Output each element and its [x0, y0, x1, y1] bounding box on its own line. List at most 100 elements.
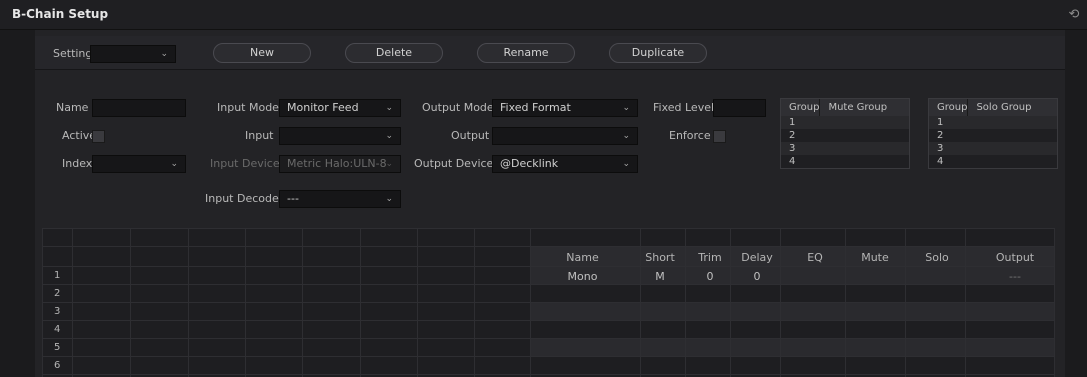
reset-icon[interactable]: ⟲: [1066, 7, 1082, 23]
input-decoder-dropdown[interactable]: --- ⌄: [279, 190, 401, 208]
column-header-trim[interactable]: Trim: [690, 251, 730, 264]
grid-line: [417, 228, 418, 377]
rename-button[interactable]: Rename: [477, 43, 575, 63]
column-header-eq[interactable]: EQ: [795, 251, 835, 264]
mute-group-cell[interactable]: [819, 129, 909, 142]
mute-group-cell[interactable]: [819, 155, 909, 168]
grid-line: [965, 228, 966, 377]
grid-line: [245, 228, 246, 377]
grid-line: [530, 228, 531, 377]
output-label: Output: [451, 129, 490, 142]
fixed-level-label: Fixed Level: [653, 101, 715, 114]
grid-line: [42, 246, 1054, 247]
grid-line: [42, 338, 1054, 339]
input-label: Input: [245, 129, 274, 142]
column-header-solo[interactable]: Solo: [912, 251, 962, 264]
input-dropdown[interactable]: ⌄: [279, 127, 401, 145]
name-input[interactable]: [92, 99, 186, 117]
setting-label: Setting: [53, 47, 93, 60]
channel-short-cell[interactable]: M: [640, 270, 680, 283]
solo-group-row[interactable]: 2: [929, 129, 968, 142]
table-row[interactable]: [530, 338, 1054, 356]
channel-name-cell[interactable]: Mono: [555, 270, 610, 283]
enforce-label: Enforce: [669, 129, 711, 142]
channel-output-cell[interactable]: ---: [985, 270, 1045, 283]
mute-group-row[interactable]: 3: [781, 142, 820, 155]
delete-button[interactable]: Delete: [345, 43, 443, 63]
channel-trim-cell[interactable]: 0: [690, 270, 730, 283]
chevron-down-icon: ⌄: [622, 131, 630, 141]
input-decoder-value: ---: [287, 192, 299, 205]
mute-group-row[interactable]: 2: [781, 129, 820, 142]
input-device-dropdown[interactable]: Metric Halo:ULN-8 ⌄: [279, 155, 401, 173]
new-button[interactable]: New: [213, 43, 311, 63]
output-device-value: @Decklink: [500, 157, 559, 170]
fixed-level-input[interactable]: [713, 99, 766, 117]
chevron-down-icon: ⌄: [385, 159, 393, 169]
solo-group-header-group: Group: [929, 99, 969, 116]
grid-line: [302, 228, 303, 377]
index-dropdown[interactable]: ⌄: [92, 155, 186, 173]
setting-dropdown[interactable]: ⌄: [90, 45, 176, 63]
grid-line: [42, 266, 1054, 267]
enforce-checkbox[interactable]: [713, 130, 726, 143]
output-dropdown[interactable]: ⌄: [492, 127, 638, 145]
column-header-mute[interactable]: Mute: [850, 251, 900, 264]
grid-line: [42, 356, 1054, 357]
grid-line: [1054, 228, 1055, 377]
solo-group-row[interactable]: 3: [929, 142, 968, 155]
grid-line: [72, 228, 73, 377]
grid-line: [905, 228, 906, 377]
index-label: Index: [62, 157, 93, 170]
output-mode-dropdown[interactable]: Fixed Format ⌄: [492, 99, 638, 117]
grid-line: [685, 228, 686, 377]
input-device-value: Metric Halo:ULN-8: [287, 157, 387, 170]
grid-line: [640, 228, 641, 377]
mute-group-row[interactable]: 4: [781, 155, 820, 168]
output-device-dropdown[interactable]: @Decklink ⌄: [492, 155, 638, 173]
solo-group-cell[interactable]: [967, 116, 1057, 129]
chevron-down-icon: ⌄: [622, 159, 630, 169]
row-number: 6: [54, 360, 61, 371]
grid-line: [130, 228, 131, 377]
mute-group-header-name: Mute Group: [819, 99, 909, 116]
solo-group-cell[interactable]: [967, 142, 1057, 155]
grid-line: [845, 228, 846, 377]
active-checkbox[interactable]: [92, 130, 105, 143]
grid-line: [42, 320, 1054, 321]
row-number: 3: [54, 306, 61, 317]
solo-group-row[interactable]: 4: [929, 155, 968, 168]
solo-group-row[interactable]: 1: [929, 116, 968, 129]
chevron-down-icon: ⌄: [622, 103, 630, 113]
grid-line: [42, 374, 1054, 375]
column-header-short[interactable]: Short: [640, 251, 680, 264]
channel-delay-cell[interactable]: 0: [737, 270, 777, 283]
table-row[interactable]: [530, 302, 1054, 320]
duplicate-button[interactable]: Duplicate: [609, 43, 707, 63]
solo-group-cell[interactable]: [967, 155, 1057, 168]
window-title: B-Chain Setup: [12, 7, 109, 21]
grid-line: [188, 228, 189, 377]
chevron-down-icon: ⌄: [385, 131, 393, 141]
name-label: Name: [56, 101, 89, 114]
input-mode-label: Input Mode: [217, 101, 279, 114]
grid-line: [42, 302, 1054, 303]
column-header-delay[interactable]: Delay: [737, 251, 777, 264]
chevron-down-icon: ⌄: [385, 194, 393, 204]
column-header-name[interactable]: Name: [555, 251, 610, 264]
chevron-down-icon: ⌄: [170, 159, 178, 169]
grid-line: [780, 228, 781, 377]
solo-group-cell[interactable]: [967, 129, 1057, 142]
mute-group-row[interactable]: 1: [781, 116, 820, 129]
mute-group-header-group: Group: [781, 99, 821, 116]
mute-group-cell[interactable]: [819, 142, 909, 155]
solo-group-table: Group Solo Group 1 2 3 4: [928, 98, 1058, 169]
row-number: 5: [54, 342, 61, 353]
input-device-label: Input Device: [210, 157, 280, 170]
mute-group-cell[interactable]: [819, 116, 909, 129]
solo-group-header-name: Solo Group: [967, 99, 1057, 116]
input-mode-dropdown[interactable]: Monitor Feed ⌄: [279, 99, 401, 117]
title-bar: [0, 0, 1087, 30]
column-header-output[interactable]: Output: [985, 251, 1045, 264]
grid-line: [474, 228, 475, 377]
